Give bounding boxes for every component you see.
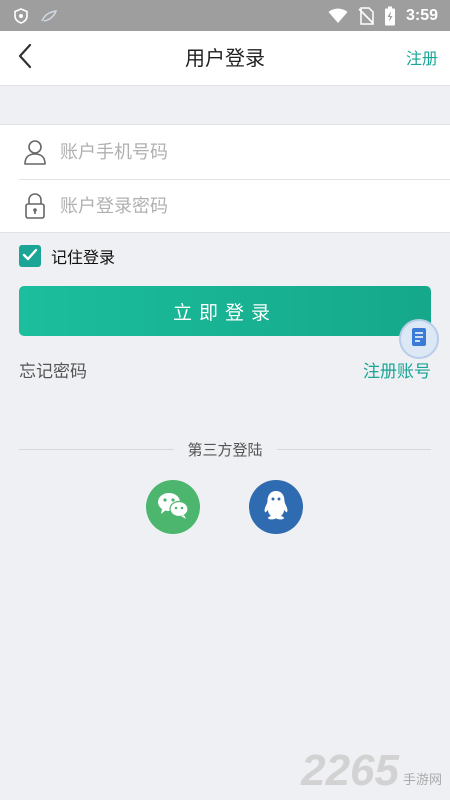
status-time: 3:59 [405,6,438,24]
login-button[interactable]: 立即登录 [19,286,431,336]
battery-charging-icon [384,6,396,26]
shield-icon [14,7,28,24]
remember-label: 记住登录 [51,248,116,267]
password-input[interactable] [60,186,438,226]
remember-login[interactable]: 记住登录 [19,244,115,268]
remember-checkbox[interactable] [19,245,41,267]
forgot-password-link[interactable]: 忘记密码 [19,357,87,382]
wechat-icon [156,490,190,524]
watermark-text: 手游网 [402,773,442,788]
wifi-icon [328,8,348,24]
header: 用户登录 注册 [0,31,450,86]
status-right: 3:59 [328,6,438,26]
leaf-icon [40,9,58,23]
qq-login-button[interactable] [249,480,303,534]
register-account-link[interactable]: 注册账号 [363,357,431,382]
chevron-left-icon [17,43,33,73]
status-left [14,7,58,24]
document-icon [410,327,428,351]
divider-line [19,448,174,450]
qq-icon [262,489,290,525]
back-button[interactable] [8,41,42,75]
login-form [0,124,450,233]
phone-input[interactable] [60,132,438,172]
watermark-number: 2265 [301,746,399,795]
divider-line [276,448,432,450]
password-row [0,179,450,233]
page-title: 用户登录 [185,46,265,70]
wechat-login-button[interactable] [146,480,200,534]
no-sim-icon [358,6,374,25]
floating-assistant-button[interactable] [399,319,439,359]
third-party-divider: 第三方登陆 [19,437,432,461]
checkmark-icon [22,247,38,266]
status-bar: 3:59 [0,0,450,31]
header-register-link[interactable]: 注册 [406,31,438,86]
watermark: 2265 手游网 [301,736,442,796]
lock-icon [22,192,48,220]
third-party-label: 第三方登陆 [187,440,263,459]
phone-row [0,125,450,179]
user-icon [22,138,48,166]
